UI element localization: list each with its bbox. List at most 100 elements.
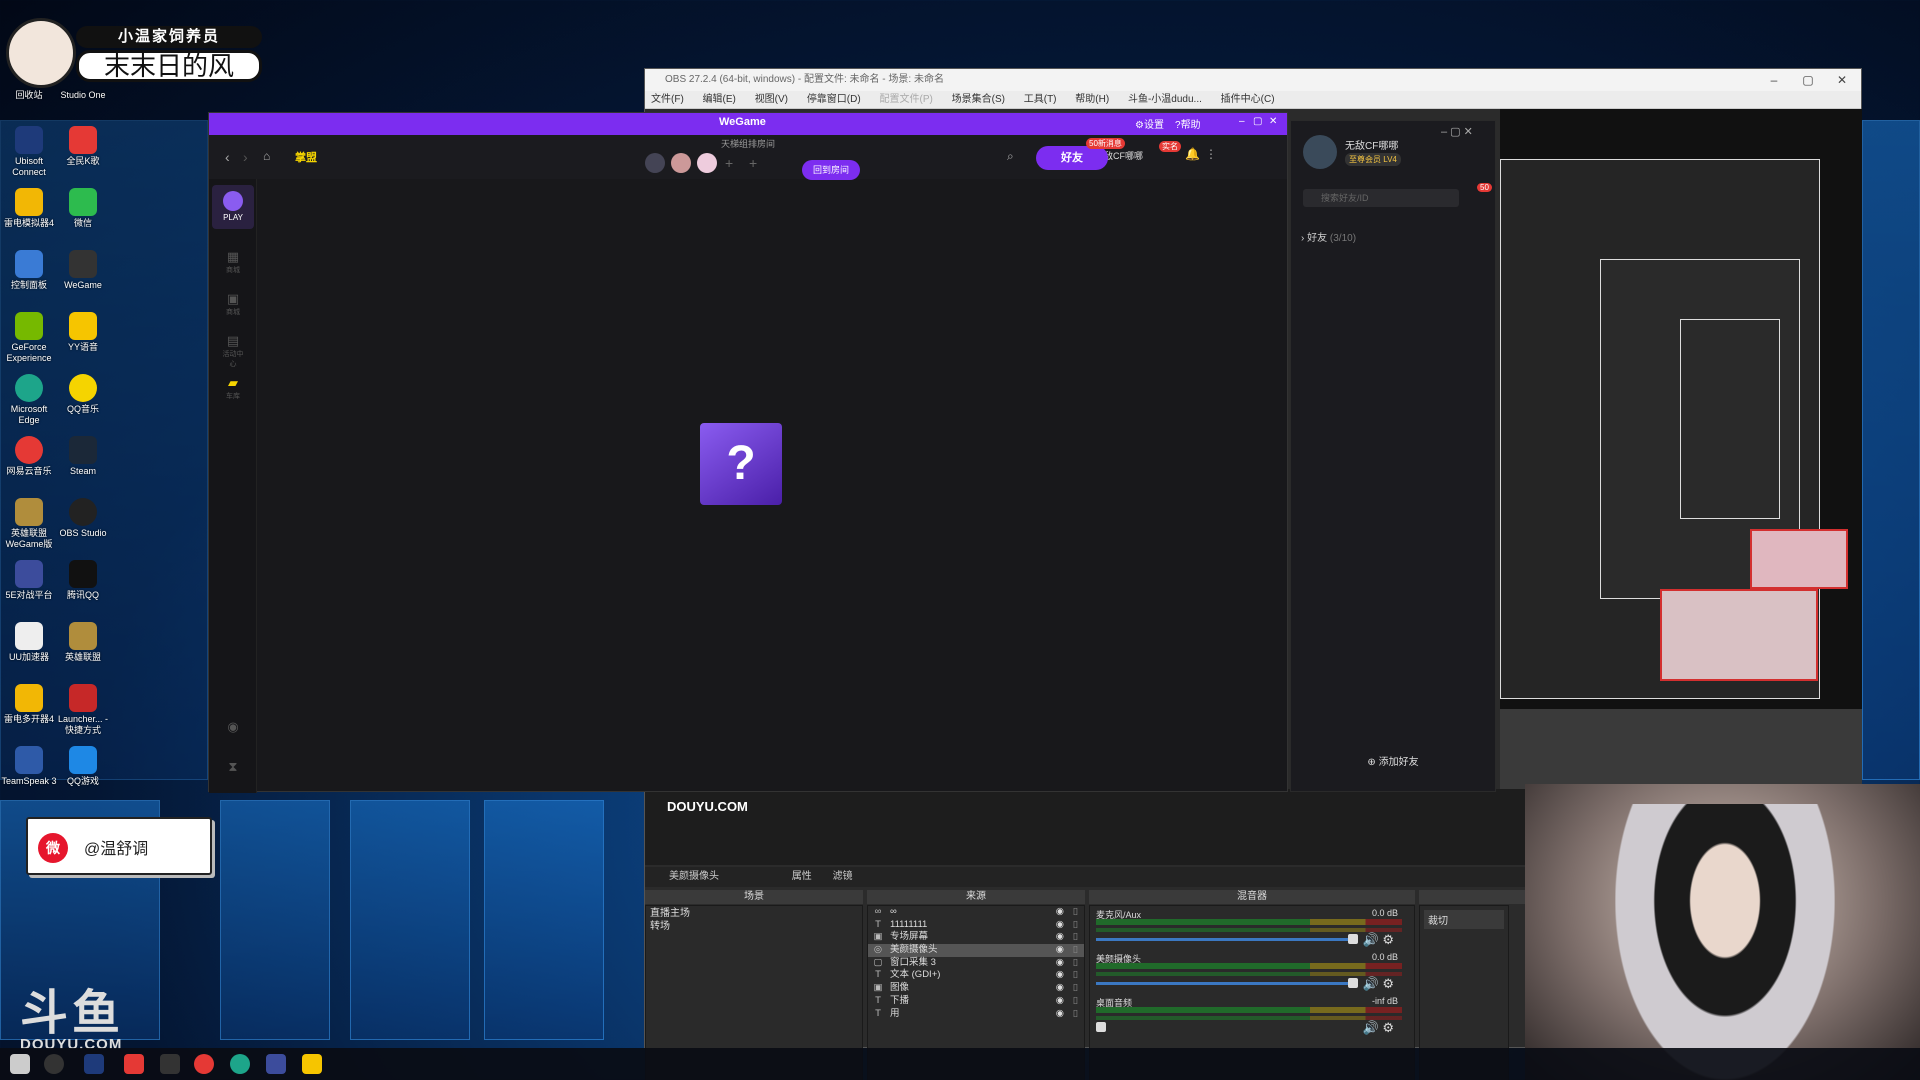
- desktop-icon-launcher[interactable]: Launcher... - 快捷方式: [54, 684, 112, 736]
- volume-slider[interactable]: [1096, 938, 1356, 941]
- close-icon[interactable]: ✕: [1269, 116, 1277, 127]
- netease-music-icon[interactable]: [124, 1054, 144, 1074]
- desktop-icon-wechat[interactable]: 微信: [54, 188, 112, 229]
- sidebar-item-store[interactable]: ▦ 商城: [221, 249, 245, 275]
- unknown-game-icon[interactable]: ?: [700, 423, 782, 505]
- avatar[interactable]: [1303, 135, 1337, 169]
- filters-button[interactable]: 滤镜: [833, 871, 853, 882]
- transition-select[interactable]: 裁切: [1424, 910, 1504, 929]
- desktop-icon-steam[interactable]: Steam: [54, 436, 112, 477]
- scene-item[interactable]: 直播主场: [646, 906, 862, 919]
- desktop-icon-qq[interactable]: 腾讯QQ: [54, 560, 112, 601]
- add-slot-icon[interactable]: +: [725, 155, 733, 171]
- scene-item[interactable]: 转场: [646, 919, 862, 932]
- menu-tools[interactable]: 工具(T): [1024, 94, 1057, 105]
- desktop-icon-5e[interactable]: 5E对战平台: [0, 560, 58, 601]
- desktop-icon-netease[interactable]: 网易云音乐: [0, 436, 58, 477]
- panel-window-controls[interactable]: – ▢ ✕: [1441, 125, 1473, 138]
- taskbar-app-icon[interactable]: [160, 1054, 180, 1074]
- desktop-icon-control[interactable]: 控制面板: [0, 250, 58, 291]
- volume-slider-handle[interactable]: [1348, 978, 1358, 988]
- menu-help[interactable]: 帮助(H): [1075, 94, 1109, 105]
- desktop-icon-qqmusic[interactable]: QQ音乐: [54, 374, 112, 415]
- minimize-icon[interactable]: –: [1239, 116, 1245, 127]
- eye-icon[interactable]: ◉: [1056, 969, 1064, 982]
- sidebar-item-events[interactable]: ▤ 活动中心: [221, 333, 245, 369]
- team-avatar[interactable]: [671, 153, 691, 173]
- source-item[interactable]: T 下播 ◉ ▯: [868, 995, 1084, 1008]
- source-item[interactable]: ∞ ∞ ◉ ▯: [868, 906, 1084, 919]
- desktop-icon-wegame[interactable]: WeGame: [54, 250, 112, 291]
- search-icon[interactable]: [44, 1054, 64, 1074]
- desktop-icon-lol[interactable]: 英雄联盟: [54, 622, 112, 663]
- menu-view[interactable]: 视图(V): [755, 94, 788, 105]
- taskview-icon[interactable]: [84, 1054, 104, 1074]
- eye-icon[interactable]: ◉: [1056, 944, 1064, 957]
- close-icon[interactable]: ✕: [1825, 69, 1859, 91]
- forward-icon[interactable]: ›: [243, 149, 248, 165]
- obs-preview[interactable]: [1500, 109, 1862, 829]
- lock-icon[interactable]: ▯: [1073, 969, 1078, 982]
- lock-icon[interactable]: ▯: [1073, 906, 1078, 919]
- friends-button[interactable]: 好友: [1036, 146, 1108, 170]
- weibo-icon[interactable]: [194, 1054, 214, 1074]
- bell-icon[interactable]: 🔔: [1185, 147, 1200, 161]
- speaker-icon[interactable]: 🔊: [1363, 976, 1379, 991]
- back-to-room-button[interactable]: 回到房间: [802, 160, 860, 180]
- source-item[interactable]: T 用 ◉ ▯: [868, 1008, 1084, 1021]
- eye-icon[interactable]: ◉: [1056, 919, 1064, 932]
- eye-icon[interactable]: ◉: [1056, 906, 1064, 919]
- desktop-icon-lol-wegame[interactable]: 英雄联盟 WeGame版: [0, 498, 58, 550]
- team-avatar[interactable]: [697, 153, 717, 173]
- eye-icon[interactable]: ◉: [1056, 995, 1064, 1008]
- help-button[interactable]: ?帮助: [1175, 116, 1201, 131]
- desktop-icon-studio-one[interactable]: Studio One: [54, 90, 112, 101]
- eye-icon[interactable]: ◉: [1056, 931, 1064, 944]
- add-friend-button[interactable]: ⊕ 添加好友: [1291, 753, 1495, 768]
- lock-icon[interactable]: ▯: [1073, 1008, 1078, 1021]
- home-icon[interactable]: ⌂: [263, 149, 270, 163]
- desktop-icon-qqgame[interactable]: QQ游戏: [54, 746, 112, 787]
- friend-search-input[interactable]: 搜索好友/ID: [1303, 189, 1459, 207]
- source-item[interactable]: T 11111111 ◉ ▯: [868, 919, 1084, 932]
- source-item-selected[interactable]: ◎ 美颜摄像头 ◉ ▯: [868, 944, 1084, 957]
- add-slot-icon[interactable]: +: [749, 155, 757, 171]
- volume-slider[interactable]: [1096, 982, 1356, 985]
- lock-icon[interactable]: ▯: [1073, 919, 1078, 932]
- desktop-icon-kge[interactable]: 全民K歌: [54, 126, 112, 167]
- play-button[interactable]: PLAY: [212, 185, 254, 229]
- menu-file[interactable]: 文件(F): [651, 94, 684, 105]
- 5e-icon[interactable]: [266, 1054, 286, 1074]
- desktop-icon-ld4[interactable]: 雷电模拟器4: [0, 188, 58, 229]
- volume-slider-handle[interactable]: [1096, 1022, 1106, 1032]
- desktop-icon-yy[interactable]: YY语音: [54, 312, 112, 353]
- properties-button[interactable]: 属性: [792, 871, 812, 882]
- sidebar-item-garage[interactable]: ▰ 车库: [221, 375, 245, 401]
- lock-icon[interactable]: ▯: [1073, 982, 1078, 995]
- start-icon[interactable]: [10, 1054, 30, 1074]
- source-item[interactable]: ▣ 专场屏幕 ◉ ▯: [868, 931, 1084, 944]
- more-icon[interactable]: ⋮: [1205, 147, 1217, 161]
- gear-icon[interactable]: ⚙: [1382, 976, 1394, 991]
- menu-douyu[interactable]: 斗鱼-小温dudu...: [1128, 94, 1202, 105]
- lock-icon[interactable]: ▯: [1073, 931, 1078, 944]
- desktop-icon-obs[interactable]: OBS Studio: [54, 498, 112, 539]
- gear-icon[interactable]: ⚙: [1382, 1020, 1394, 1035]
- menu-edit[interactable]: 编辑(E): [703, 94, 736, 105]
- eye-icon[interactable]: ◉: [1056, 957, 1064, 970]
- eye-icon[interactable]: ◉: [1056, 1008, 1064, 1021]
- edge-icon[interactable]: [230, 1054, 250, 1074]
- eye-icon[interactable]: ◉: [1056, 982, 1064, 995]
- source-item[interactable]: ▢ 窗口采集 3 ◉ ▯: [868, 957, 1084, 970]
- desktop-icon-ubisoft[interactable]: Ubisoft Connect: [0, 126, 58, 178]
- gear-icon[interactable]: ⚙: [1382, 932, 1394, 947]
- speaker-icon[interactable]: 🔊: [1363, 932, 1379, 947]
- desktop-icon-recycle[interactable]: 回收站: [0, 90, 58, 101]
- maximize-icon[interactable]: ▢: [1253, 116, 1262, 127]
- sidebar-item-mall[interactable]: ▣ 商城: [221, 291, 245, 317]
- settings-small-icon[interactable]: ◉: [221, 719, 245, 735]
- menu-profile[interactable]: 配置文件(P): [879, 94, 932, 105]
- source-item[interactable]: ▣ 图像 ◉ ▯: [868, 982, 1084, 995]
- hourglass-icon[interactable]: ⧗: [221, 759, 245, 775]
- speaker-icon[interactable]: 🔊: [1363, 1020, 1379, 1035]
